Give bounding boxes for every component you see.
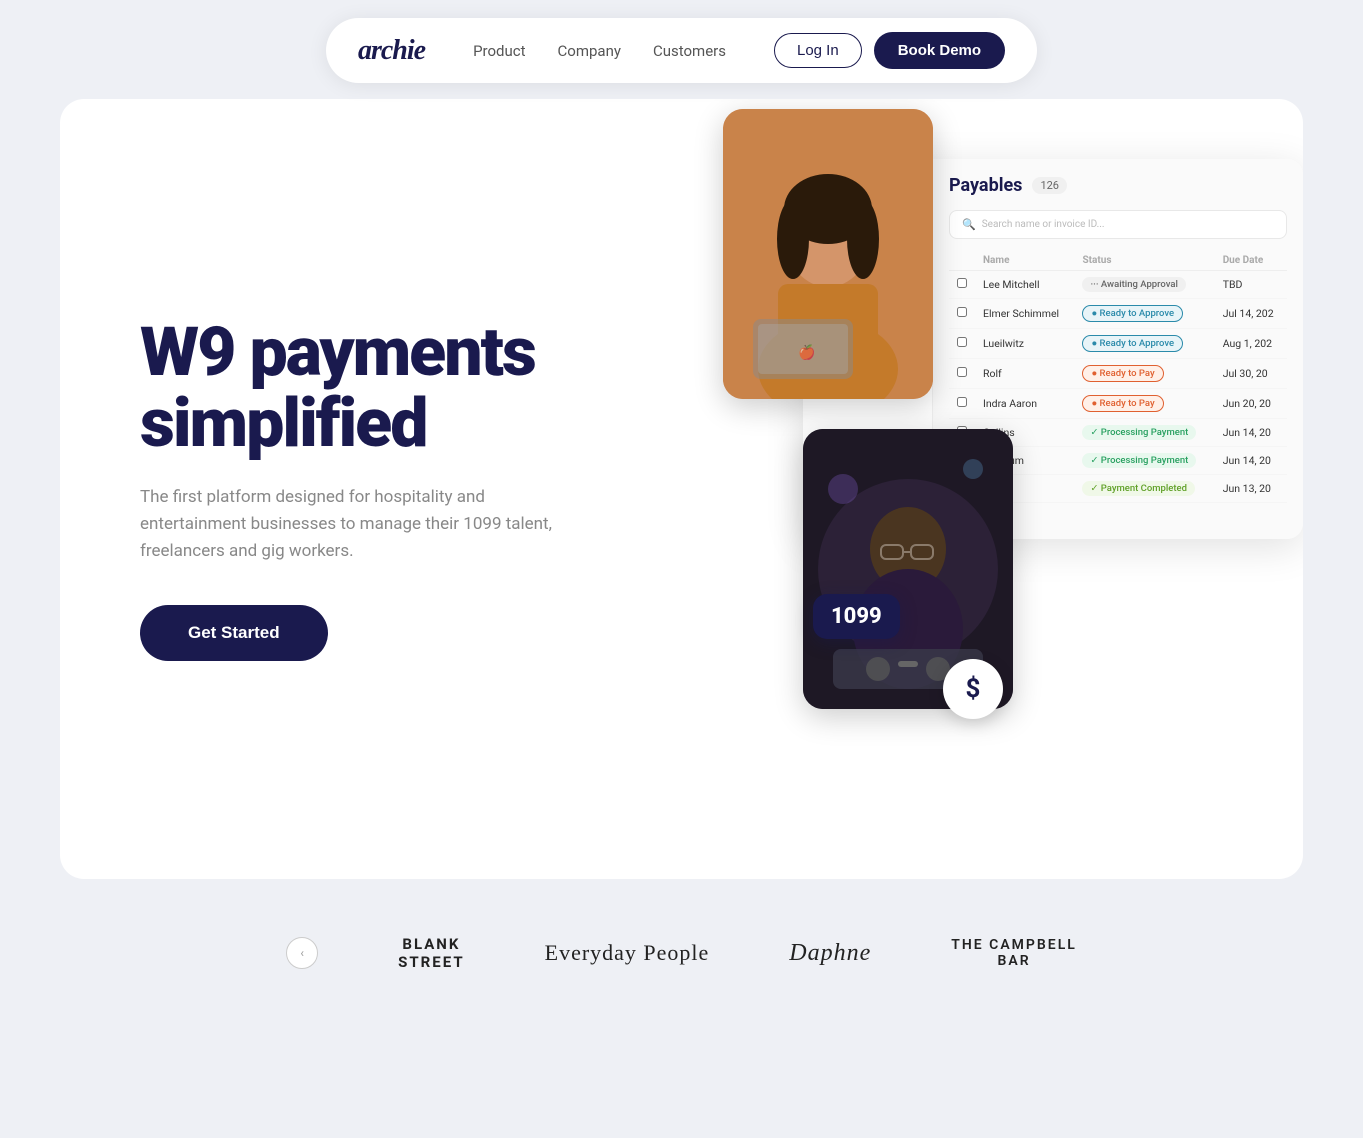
row-status: ● Ready to Approve: [1074, 299, 1214, 329]
book-demo-button[interactable]: Book Demo: [874, 32, 1005, 69]
row-due-date: Jun 14, 20: [1215, 419, 1287, 447]
nav-link-company[interactable]: Company: [558, 42, 621, 60]
status-badge: ✓ Payment Completed: [1082, 481, 1195, 496]
main-content: W9 payments simplified The first platfor…: [60, 99, 1303, 879]
row-due-date: Jun 13, 20: [1215, 475, 1287, 503]
table-header-row: Name Status Due Date: [949, 251, 1287, 271]
hero-section: W9 payments simplified The first platfor…: [140, 317, 660, 661]
row-status: ✓ Processing Payment: [1074, 419, 1214, 447]
row-due-date: Aug 1, 202: [1215, 329, 1287, 359]
logo-blank-street: BLANKSTREET: [398, 935, 464, 971]
row-name: Lee Mitchell: [975, 271, 1074, 299]
nav-link-product[interactable]: Product: [473, 42, 525, 60]
status-badge: ··· Awaiting Approval: [1082, 277, 1185, 292]
dashboard-mockup: archie New York Space ▾ ⊞ Payables ◈ Pro…: [703, 139, 1303, 819]
row-due-date: Jul 30, 20: [1215, 359, 1287, 389]
hero-title: W9 payments simplified: [140, 317, 660, 460]
navbar: archie Product Company Customers Log In …: [326, 18, 1037, 83]
payables-title: Payables: [949, 175, 1022, 196]
row-due-date: Jun 14, 20: [1215, 447, 1287, 475]
badge-1099: 1099: [813, 594, 900, 639]
search-bar[interactable]: 🔍 Search name or invoice ID...: [949, 210, 1287, 239]
woman-illustration: 🍎: [723, 109, 933, 399]
logo-daphne: Daphne: [789, 940, 871, 967]
svg-text:🍎: 🍎: [798, 343, 815, 361]
row-checkbox[interactable]: [949, 359, 975, 389]
hero-subtitle: The first platform designed for hospital…: [140, 484, 560, 566]
row-checkbox[interactable]: [949, 329, 975, 359]
get-started-button[interactable]: Get Started: [140, 605, 328, 661]
search-icon: 🔍: [962, 218, 976, 231]
row-status: ··· Awaiting Approval: [1074, 271, 1214, 299]
row-due-date: TBD: [1215, 271, 1287, 299]
payables-header: Payables 126: [949, 175, 1287, 196]
table-row: Lee Mitchell ··· Awaiting Approval TBD: [949, 271, 1287, 299]
logos-section: ‹ BLANKSTREET Everyday People Daphne THE…: [60, 895, 1303, 1011]
status-badge: ● Ready to Pay: [1082, 395, 1163, 412]
navbar-wrapper: archie Product Company Customers Log In …: [0, 0, 1363, 83]
row-status: ✓ Processing Payment: [1074, 447, 1214, 475]
row-checkbox[interactable]: [949, 299, 975, 329]
status-badge: ✓ Processing Payment: [1082, 453, 1196, 468]
table-row: Lueilwitz ● Ready to Approve Aug 1, 202: [949, 329, 1287, 359]
row-checkbox[interactable]: [949, 389, 975, 419]
nav-logo: archie: [358, 35, 425, 67]
row-name: Indra Aaron: [975, 389, 1074, 419]
nav-link-customers[interactable]: Customers: [653, 42, 726, 60]
row-status: ● Ready to Approve: [1074, 329, 1214, 359]
row-name: Rolf: [975, 359, 1074, 389]
status-badge: ● Ready to Approve: [1082, 305, 1183, 322]
row-due-date: Jun 20, 20: [1215, 389, 1287, 419]
row-name: Lueilwitz: [975, 329, 1074, 359]
login-button[interactable]: Log In: [774, 33, 862, 68]
badge-dollar: $: [943, 659, 1003, 719]
row-status: ✓ Payment Completed: [1074, 475, 1214, 503]
payables-count-badge: 126: [1032, 177, 1067, 194]
row-status: ● Ready to Pay: [1074, 389, 1214, 419]
search-placeholder: Search name or invoice ID...: [982, 219, 1105, 230]
row-status: ● Ready to Pay: [1074, 359, 1214, 389]
col-due-date: Due Date: [1215, 251, 1287, 271]
nav-actions: Log In Book Demo: [774, 32, 1005, 69]
logo-everyday-people: Everyday People: [545, 940, 710, 966]
prev-logo-button[interactable]: ‹: [286, 937, 318, 969]
row-name: Elmer Schimmel: [975, 299, 1074, 329]
table-row: Indra Aaron ● Ready to Pay Jun 20, 20: [949, 389, 1287, 419]
status-badge: ● Ready to Pay: [1082, 365, 1163, 382]
logo-campbell-bar: THE CAMPBELLBAR: [951, 937, 1077, 969]
col-name: Name: [975, 251, 1074, 271]
nav-links: Product Company Customers: [473, 42, 726, 60]
table-row: Elmer Schimmel ● Ready to Approve Jul 14…: [949, 299, 1287, 329]
status-badge: ● Ready to Approve: [1082, 335, 1183, 352]
photo-card-woman: 🍎: [723, 109, 933, 399]
col-checkbox: [949, 251, 975, 271]
col-status: Status: [1074, 251, 1214, 271]
row-checkbox[interactable]: [949, 271, 975, 299]
status-badge: ✓ Processing Payment: [1082, 425, 1196, 440]
table-row: Rolf ● Ready to Pay Jul 30, 20: [949, 359, 1287, 389]
row-due-date: Jul 14, 202: [1215, 299, 1287, 329]
